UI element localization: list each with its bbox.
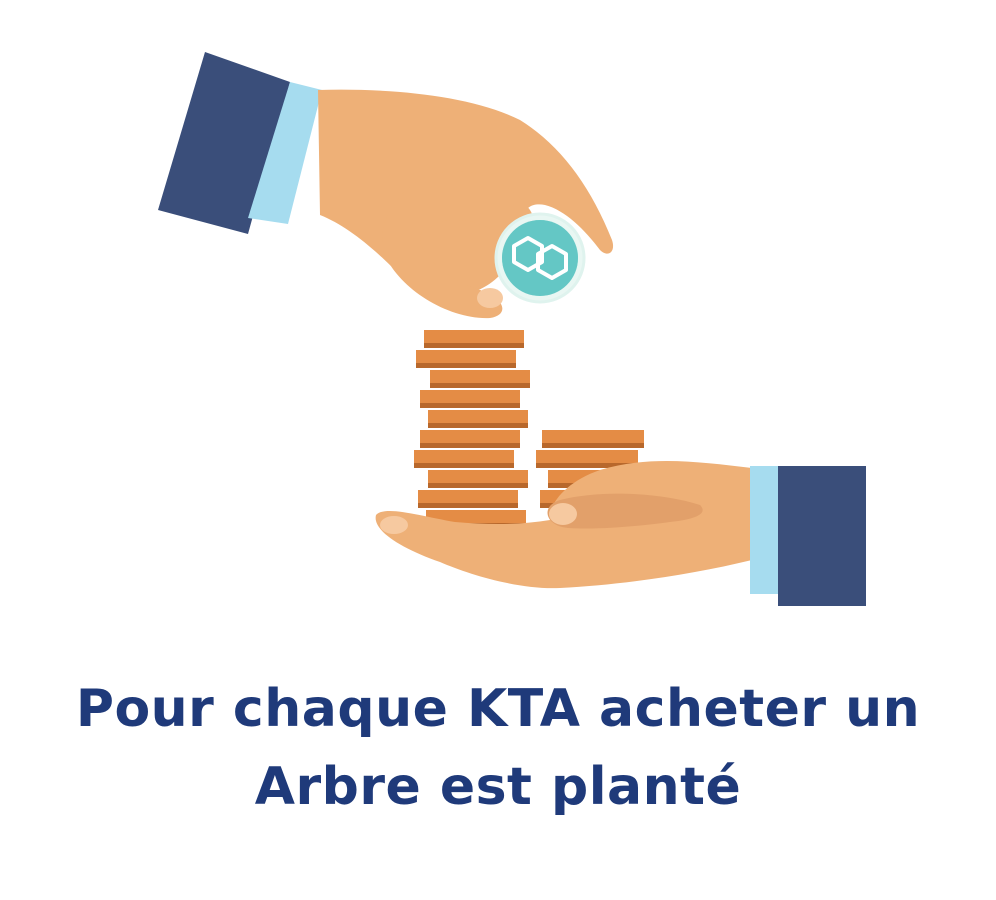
kta-token [494,212,586,304]
caption-line-2: Arbre est planté [254,757,742,817]
coin-stack-tall [414,330,530,528]
caption-line-1: Pour chaque KTA acheter un [75,679,921,739]
giving-nail [477,288,503,308]
receiving-sleeve [778,466,866,606]
receiving-nail [549,503,577,525]
coin-hands-illustration [158,52,866,606]
receiving-cuff [750,466,780,594]
caption: Pour chaque KTA acheter un Arbre est pla… [0,670,996,826]
receiving-fingertip [380,516,408,534]
